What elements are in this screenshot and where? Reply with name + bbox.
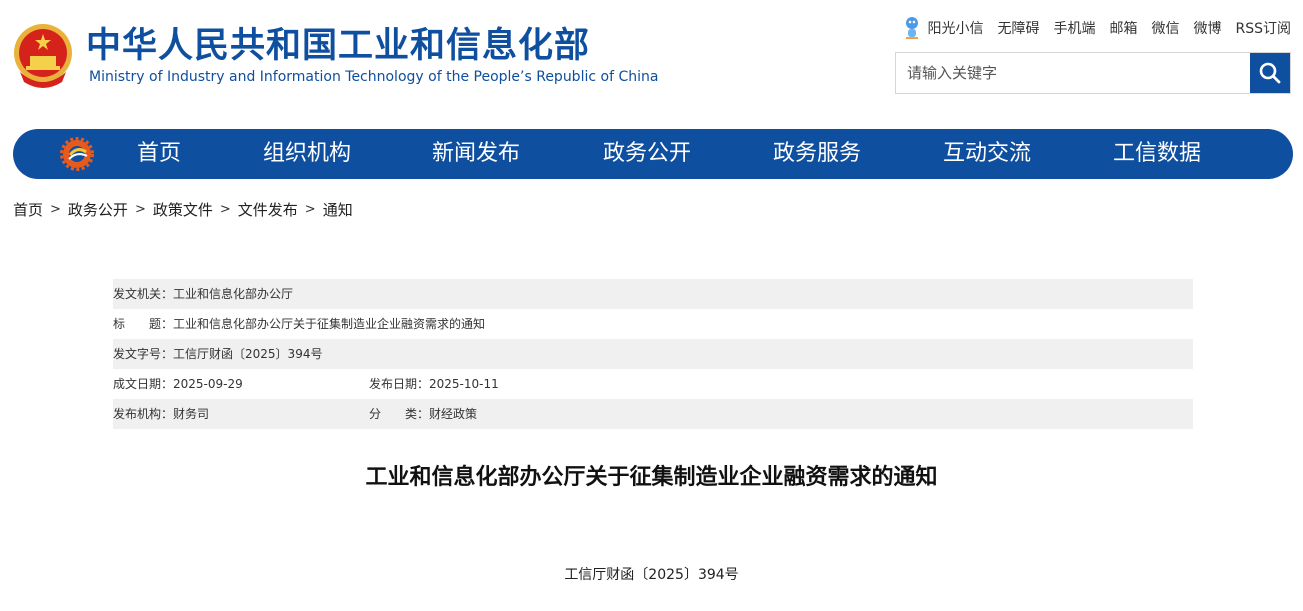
- meta-row-title: 标 题：工业和信息化部办公厅关于征集制造业企业融资需求的通知: [113, 309, 1193, 339]
- meta-label: 发文字号：: [113, 347, 174, 361]
- meta-label: 标 题：: [113, 317, 174, 331]
- meta-value-created: 2025-09-29: [173, 377, 243, 391]
- document-title: 工业和信息化部办公厅关于征集制造业企业融资需求的通知: [365, 465, 938, 490]
- toplink-accessibility[interactable]: 无障碍: [997, 18, 1039, 38]
- meta-value-title: 工业和信息化部办公厅关于征集制造业企业融资需求的通知: [173, 317, 486, 331]
- nav-home[interactable]: 首页: [137, 129, 181, 179]
- nav-data[interactable]: 工信数据: [1113, 129, 1201, 179]
- meta-label: 发布机构：: [113, 407, 174, 421]
- meta-row-dates: 成文日期：2025-09-29 发布日期：2025-10-11: [113, 369, 1193, 399]
- meta-label: 成文日期：: [113, 377, 174, 391]
- top-links: 阳光小信 无障碍 手机端 邮箱 微信 微博 RSS订阅: [903, 16, 1291, 40]
- breadcrumb-document-release[interactable]: 文件发布: [238, 199, 298, 221]
- breadcrumb-government-affairs[interactable]: 政务公开: [68, 199, 128, 221]
- nav-government-services[interactable]: 政务服务: [773, 129, 861, 179]
- breadcrumb: 首页 > 政务公开 > 政策文件 > 文件发布 > 通知: [13, 199, 353, 221]
- nav-interaction[interactable]: 互动交流: [943, 129, 1031, 179]
- search-box: [895, 52, 1291, 94]
- mascot-icon: [906, 17, 919, 39]
- breadcrumb-notice[interactable]: 通知: [323, 199, 353, 221]
- toplink-mobile[interactable]: 手机端: [1053, 18, 1095, 38]
- nav-news[interactable]: 新闻发布: [432, 129, 520, 179]
- breadcrumb-home[interactable]: 首页: [13, 199, 43, 221]
- national-emblem-icon: [14, 24, 72, 88]
- meta-row-issuer: 发文机关：工业和信息化部办公厅: [113, 279, 1193, 309]
- meta-label: 分 类：: [369, 407, 430, 421]
- nav-organization[interactable]: 组织机构: [263, 129, 351, 179]
- gear-logo-icon: [60, 137, 94, 171]
- toplink-rss[interactable]: RSS订阅: [1235, 18, 1291, 38]
- meta-label: 发文机关：: [113, 287, 174, 301]
- nav-government-affairs[interactable]: 政务公开: [603, 129, 691, 179]
- breadcrumb-separator: >: [50, 202, 61, 217]
- meta-value-published: 2025-10-11: [429, 377, 499, 391]
- search-button[interactable]: [1250, 53, 1290, 93]
- meta-value-category: 财经政策: [429, 407, 478, 421]
- breadcrumb-separator: >: [134, 202, 146, 217]
- toplink-wechat[interactable]: 微信: [1151, 18, 1179, 38]
- meta-row-agency: 发布机构：财务司 分 类：财经政策: [113, 399, 1193, 429]
- toplink-mail[interactable]: 邮箱: [1109, 18, 1137, 38]
- document-number: 工信厅财函〔2025〕394号: [564, 567, 739, 583]
- meta-label: 发布日期：: [369, 377, 430, 391]
- site-subtitle: Ministry of Industry and Information Tec…: [89, 69, 659, 85]
- meta-value-doc-number: 工信厅财函〔2025〕394号: [173, 347, 323, 361]
- breadcrumb-policy-documents[interactable]: 政策文件: [153, 199, 213, 221]
- meta-value-agency: 财务司: [173, 407, 210, 421]
- document-metadata: 发文机关：工业和信息化部办公厅 标 题：工业和信息化部办公厅关于征集制造业企业融…: [113, 279, 1193, 429]
- main-nav: 首页 组织机构 新闻发布 政务公开 政务服务 互动交流 工信数据: [13, 129, 1293, 179]
- toplink-sunshine[interactable]: 阳光小信: [927, 18, 983, 38]
- meta-value-issuer: 工业和信息化部办公厅: [173, 287, 294, 301]
- search-icon: [1259, 62, 1281, 84]
- breadcrumb-separator: >: [304, 202, 316, 217]
- breadcrumb-separator: >: [219, 202, 231, 217]
- search-input[interactable]: [896, 53, 1252, 93]
- toplink-weibo[interactable]: 微博: [1193, 18, 1221, 38]
- meta-row-doc-number: 发文字号：工信厅财函〔2025〕394号: [113, 339, 1193, 369]
- site-title: 中华人民共和国工业和信息化部: [86, 26, 591, 66]
